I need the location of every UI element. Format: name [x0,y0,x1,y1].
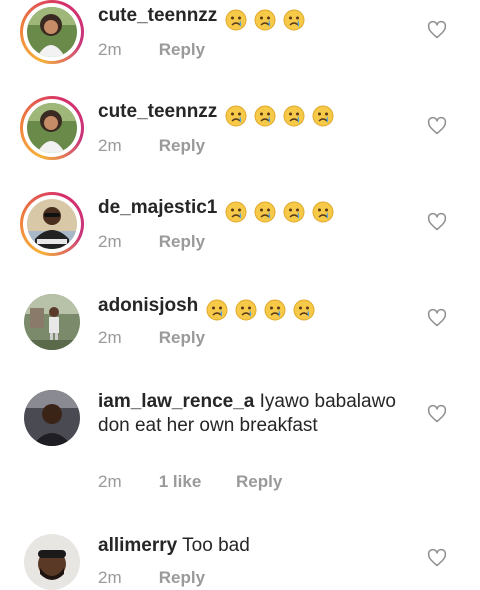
crying-face-emoji [283,9,305,31]
crying-face-emoji [254,201,276,223]
crying-face-emoji [206,299,228,321]
reply-button[interactable]: Reply [236,472,282,492]
username-link[interactable]: de_majestic1 [98,197,217,218]
avatar[interactable] [24,390,80,446]
avatar[interactable] [20,192,84,256]
crying-face-emoji [225,105,247,127]
reply-button[interactable]: Reply [159,328,205,348]
username-link[interactable]: allimerry [98,535,177,556]
avatar[interactable] [24,294,80,350]
comment-text: iam_law_rence_a Iyawo babalawo don eat h… [98,390,418,438]
profile-photo [27,7,77,57]
crying-face-emoji [312,201,334,223]
username-link[interactable]: cute_teennzz [98,5,217,26]
comment-meta: 2m Reply [98,328,205,348]
avatar[interactable] [20,96,84,160]
comment-time: 2m [98,568,122,587]
profile-photo [27,199,77,249]
crying-face-emoji [264,299,286,321]
comment-meta: 2m 1 like Reply [98,472,282,492]
username-link[interactable]: adonisjosh [98,295,198,316]
comment-text: adonisjosh [98,294,418,322]
reply-button[interactable]: Reply [159,568,205,588]
heart-outline-icon[interactable] [427,308,447,328]
username-link[interactable]: iam_law_rence_a [98,391,254,412]
crying-face-emoji [254,105,276,127]
crying-face-emoji [225,9,247,31]
comment-time: 2m [98,136,122,155]
emoji-group [225,8,308,32]
heart-outline-icon[interactable] [427,212,447,232]
heart-outline-icon[interactable] [427,20,447,40]
comment-body: Too bad [182,535,250,556]
likes-count[interactable]: 1 like [159,472,202,492]
emoji-group [206,298,318,322]
profile-photo [27,103,77,153]
comment-meta: 2m Reply [98,568,205,588]
comment-time: 2m [98,328,122,347]
crying-face-emoji [235,299,257,321]
comment-time: 2m [98,40,122,59]
username-link[interactable]: cute_teennzz [98,101,217,122]
comment-list: cute_teennzz 2m Reply cute_teennzz 2m Re… [0,0,480,590]
crying-face-emoji [283,105,305,127]
avatar[interactable] [20,0,84,64]
comment-meta: 2m Reply [98,136,205,156]
emoji-group [225,200,337,224]
crying-face-emoji [225,201,247,223]
comment-text: allimerry Too bad [98,534,418,558]
crying-face-emoji [254,9,276,31]
comment-time: 2m [98,232,122,251]
comment-time: 2m [98,472,122,491]
avatar[interactable] [24,534,80,590]
comment-text: de_majestic1 [98,196,418,224]
crying-face-emoji [312,105,334,127]
reply-button[interactable]: Reply [159,136,205,156]
comment-text: cute_teennzz [98,100,418,128]
emoji-group [225,104,337,128]
comment-text: cute_teennzz [98,4,418,32]
comment-meta: 2m Reply [98,40,205,60]
reply-button[interactable]: Reply [159,232,205,252]
heart-outline-icon[interactable] [427,116,447,136]
heart-outline-icon[interactable] [427,548,447,568]
crying-face-emoji [293,299,315,321]
reply-button[interactable]: Reply [159,40,205,60]
crying-face-emoji [283,201,305,223]
heart-outline-icon[interactable] [427,404,447,424]
comment-meta: 2m Reply [98,232,205,252]
